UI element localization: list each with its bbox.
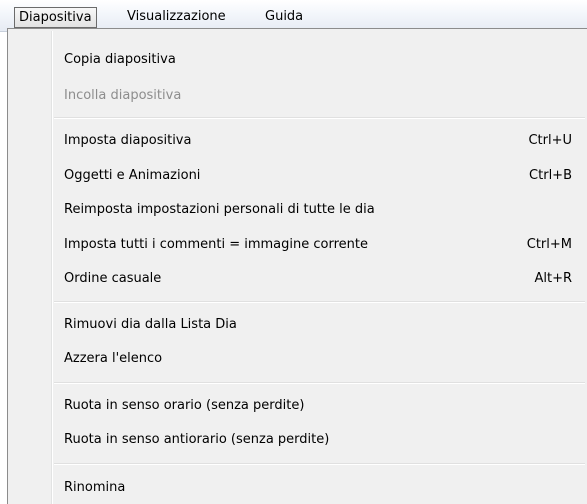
menu-item-label: Rimuovi dia dalla Lista Dia [64, 317, 237, 332]
menu-separator [54, 463, 585, 465]
menu-item-ordine-casuale[interactable]: Ordine casuale Alt+R [8, 268, 587, 290]
menu-item-label: Ordine casuale [64, 271, 162, 286]
menu-item-ruota-orario[interactable]: Ruota in senso orario (senza perdite) [8, 395, 587, 417]
menu-visualizzazione[interactable]: Visualizzazione [122, 7, 231, 27]
menu-item-shortcut: Alt+R [534, 271, 572, 286]
menu-item-rinomina[interactable]: Rinomina [8, 477, 587, 499]
menu-item-shortcut: Ctrl+M [526, 237, 572, 252]
menu-separator [54, 117, 585, 119]
menu-separator [54, 301, 585, 303]
menu-item-copia-diapositiva[interactable]: Copia diapositiva [8, 49, 587, 71]
menu-item-oggetti-animazioni[interactable]: Oggetti e Animazioni Ctrl+B [8, 165, 587, 187]
menu-item-label: Incolla diapositiva [64, 88, 182, 103]
menu-item-label: Rinomina [64, 480, 126, 495]
menu-item-imposta-commenti[interactable]: Imposta tutti i commenti = immagine corr… [8, 234, 587, 256]
menu-item-rimuovi-dia[interactable]: Rimuovi dia dalla Lista Dia [8, 314, 587, 336]
menu-item-reimposta-impostazioni[interactable]: Reimposta impostazioni personali di tutt… [8, 199, 587, 221]
menu-item-incolla-diapositiva[interactable]: Incolla diapositiva [8, 85, 587, 107]
menu-item-label: Azzera l'elenco [64, 351, 163, 366]
menu-item-shortcut: Ctrl+B [529, 168, 572, 183]
menu-item-label: Ruota in senso orario (senza perdite) [64, 398, 305, 413]
menu-separator [54, 382, 585, 384]
menu-item-label: Reimposta impostazioni personali di tutt… [64, 202, 375, 217]
menu-item-label: Copia diapositiva [64, 52, 176, 67]
menu-diapositiva[interactable]: Diapositiva [14, 7, 97, 28]
menu-guida[interactable]: Guida [260, 7, 308, 27]
menu-item-shortcut: Ctrl+U [528, 133, 572, 148]
menu-item-imposta-diapositiva[interactable]: Imposta diapositiva Ctrl+U [8, 130, 587, 152]
menu-item-ruota-antiorario[interactable]: Ruota in senso antiorario (senza perdite… [8, 429, 587, 451]
diapositiva-dropdown-menu: Copia diapositiva Incolla diapositiva Im… [7, 28, 587, 504]
menu-item-label: Oggetti e Animazioni [64, 168, 201, 183]
menu-item-label: Imposta diapositiva [64, 133, 192, 148]
menu-item-label: Ruota in senso antiorario (senza perdite… [64, 432, 330, 447]
menu-item-azzera-elenco[interactable]: Azzera l'elenco [8, 348, 587, 370]
menu-item-label: Imposta tutti i commenti = immagine corr… [64, 237, 368, 252]
